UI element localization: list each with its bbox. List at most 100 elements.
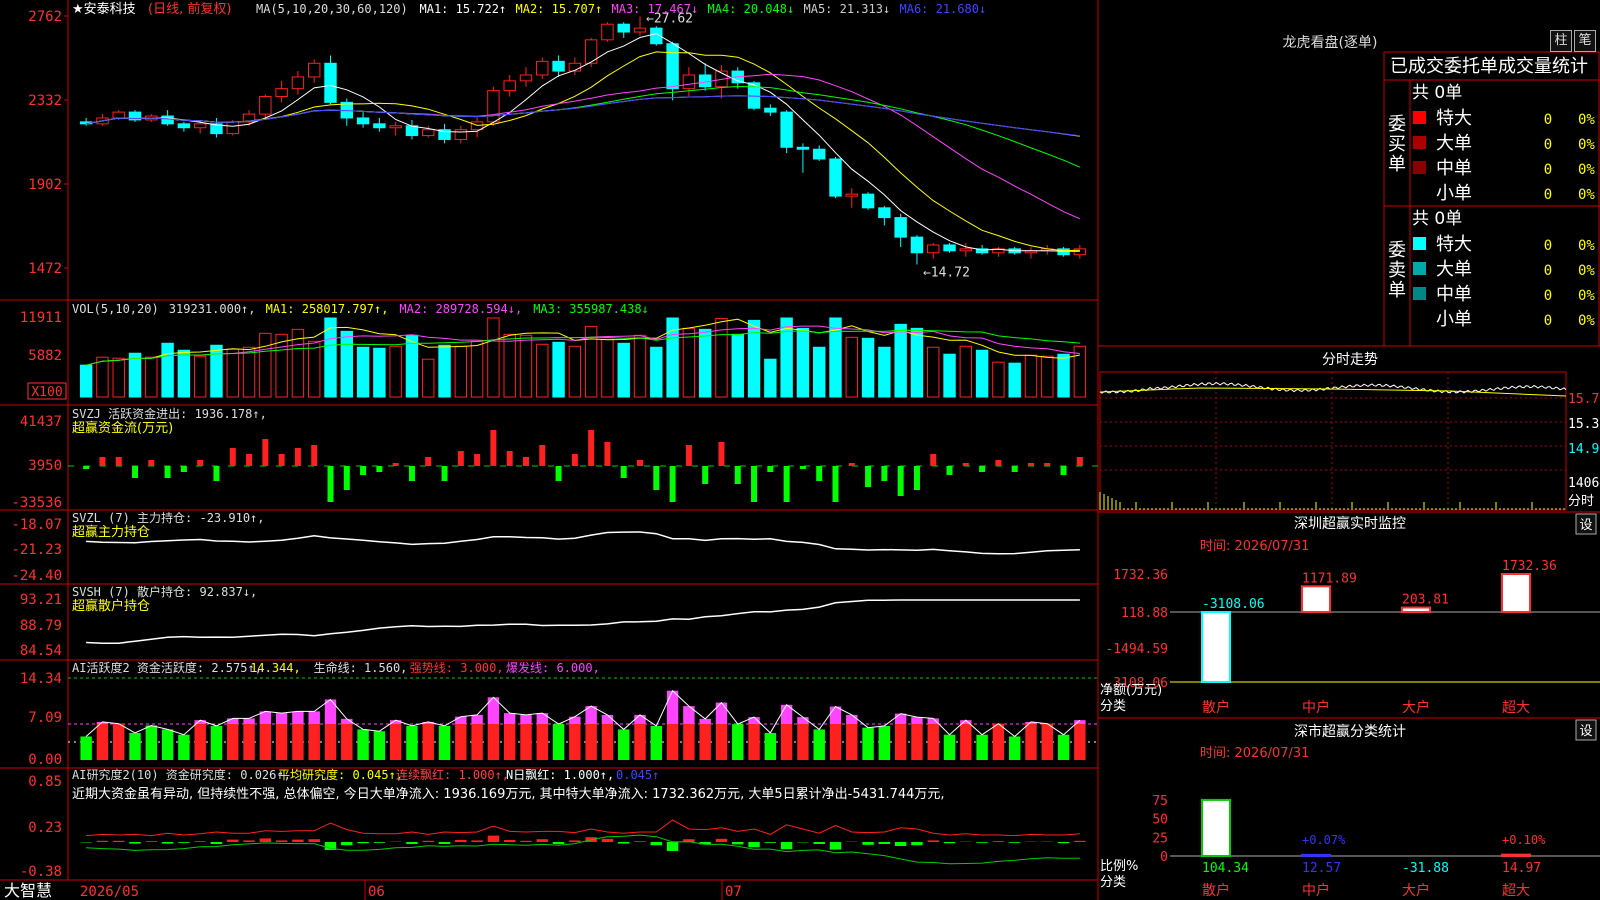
svzj-bar <box>685 445 692 466</box>
ai-active-bar <box>666 690 679 724</box>
stock-chart-canvas[interactable]: 2762233219021472←27.62←14.72★安泰科技 (日线, 前复… <box>0 0 1600 900</box>
sz-class-bar-top-label: +0.10% <box>1502 833 1546 847</box>
sz-class-bar <box>1201 798 1231 857</box>
sz-class-bar-label: 14.97 <box>1502 861 1541 876</box>
ai-research-bar <box>406 842 418 844</box>
candle-body <box>682 74 696 90</box>
sz-monitor-tick-label: 118.88 <box>1121 606 1168 621</box>
candle-body <box>878 207 891 219</box>
sz-class-bar-label: 104.34 <box>1202 861 1249 876</box>
ai-research-bar <box>243 840 255 842</box>
ai-active-bar <box>764 732 777 760</box>
dragon-side-label: 卖 <box>1388 260 1406 281</box>
candle-body <box>389 125 402 129</box>
dragon-side-label: 委 <box>1388 114 1406 135</box>
ai-research-bar <box>308 839 320 842</box>
vol-bar <box>438 344 451 398</box>
svzj-bar <box>653 466 660 490</box>
candle-body <box>487 90 500 123</box>
ai-research-bar <box>259 838 272 842</box>
svzj-bar <box>115 457 122 466</box>
candle-body <box>373 123 386 129</box>
dragon-row-name: 小单 <box>1436 183 1472 204</box>
vol-bar <box>340 330 353 398</box>
sz-monitor-bar <box>1501 573 1531 613</box>
sz-monitor-cat-label: 大户 <box>1402 699 1430 716</box>
ai-research-bar <box>1074 840 1086 842</box>
vol-bar <box>601 338 614 398</box>
chart-mode: (日线, 前复权) <box>148 1 231 17</box>
svzj-bar <box>816 466 823 481</box>
vol-bar <box>487 317 500 398</box>
ai-active-bar <box>732 724 744 760</box>
ai-research-bar <box>634 841 646 842</box>
vol-bar <box>226 348 239 398</box>
candle-body <box>959 248 973 252</box>
candle-body <box>552 60 565 72</box>
bar-mode-button[interactable]: 柱 <box>1550 30 1572 52</box>
sz-monitor-bar-label: 203.81 <box>1402 593 1449 608</box>
ma-header-item: MA3: 17.467↓ <box>612 2 699 16</box>
dragon-total: 共 0单 <box>1412 83 1462 103</box>
vol-bar <box>764 358 777 398</box>
ai-active-bar <box>813 729 825 760</box>
dragon-row-count: 0 <box>1544 313 1552 329</box>
vol-bar <box>275 333 288 398</box>
ai-research-bar <box>292 839 304 842</box>
candle-body <box>927 244 940 254</box>
vol-bar <box>389 345 402 398</box>
intraday-time-label: 分时 <box>1568 494 1594 509</box>
candle-body <box>519 74 533 82</box>
svzj-bar <box>1027 463 1034 466</box>
price-tick-label: 2762 <box>28 9 62 25</box>
candle-body <box>894 217 907 238</box>
dragon-side-label: 单 <box>1388 280 1406 301</box>
ai-active-bar <box>503 713 516 724</box>
dragon-row-count: 0 <box>1544 162 1552 178</box>
tick-mode-button[interactable]: 笔 <box>1574 30 1596 52</box>
ai-active-bar <box>308 724 320 760</box>
ai-active-bar <box>1057 734 1070 760</box>
vol-bar <box>747 319 761 398</box>
vol-bar <box>845 336 858 398</box>
sz-class-settings-label: 设 <box>1579 724 1592 739</box>
svzj-bar <box>865 466 872 487</box>
sz-monitor-cat-label: 超大 <box>1502 700 1530 716</box>
ai-research-bar <box>373 842 386 843</box>
candle-body <box>275 88 288 97</box>
svzj-bar <box>262 439 269 466</box>
candle-body <box>617 23 630 33</box>
svzj-bar <box>425 457 432 466</box>
dragon-side-label: 单 <box>1388 154 1406 175</box>
svzj-bar <box>669 466 676 502</box>
dragon-stats-title: 已成交委托单成交量统计 <box>1390 56 1588 77</box>
intraday-title: 分时走势 <box>1322 352 1378 368</box>
background <box>0 0 1600 900</box>
dragon-row-pct: 0% <box>1578 263 1595 279</box>
ma-header-item: MA5: 21.313↓ <box>804 2 891 16</box>
ai-active-bar <box>715 702 728 724</box>
candle-body <box>503 80 516 92</box>
vol-bar <box>975 349 989 398</box>
ai-research-tick-label: 0.23 <box>28 820 62 836</box>
stock-name: ★安泰科技 <box>72 2 136 17</box>
sz-class-bar-label: -31.88 <box>1402 861 1449 876</box>
svzj-bar <box>474 454 481 466</box>
svsh-sub: 超赢散户持仓 <box>72 598 150 614</box>
svzj-bar <box>246 454 253 466</box>
vol-bar <box>698 328 712 398</box>
ai-research-bar <box>732 842 744 845</box>
svzj-tick-label: 41437 <box>20 414 62 430</box>
svzl-sub: 超赢主力持仓 <box>72 524 150 540</box>
sz-monitor-cat-label: 散户 <box>1202 699 1230 716</box>
price-low-mark: ←14.72 <box>923 265 970 280</box>
ai-active-bar <box>227 718 239 724</box>
intraday-vol-label: 14064 <box>1568 476 1600 491</box>
vol-bar <box>1057 353 1070 398</box>
vol-bar <box>617 342 630 398</box>
ai-active-bar <box>585 724 597 760</box>
vol-bar <box>454 345 468 398</box>
svzj-tick-label: -33536 <box>11 495 62 511</box>
ai-active-bar <box>569 724 581 760</box>
dragon-row-name: 中单 <box>1436 284 1472 305</box>
